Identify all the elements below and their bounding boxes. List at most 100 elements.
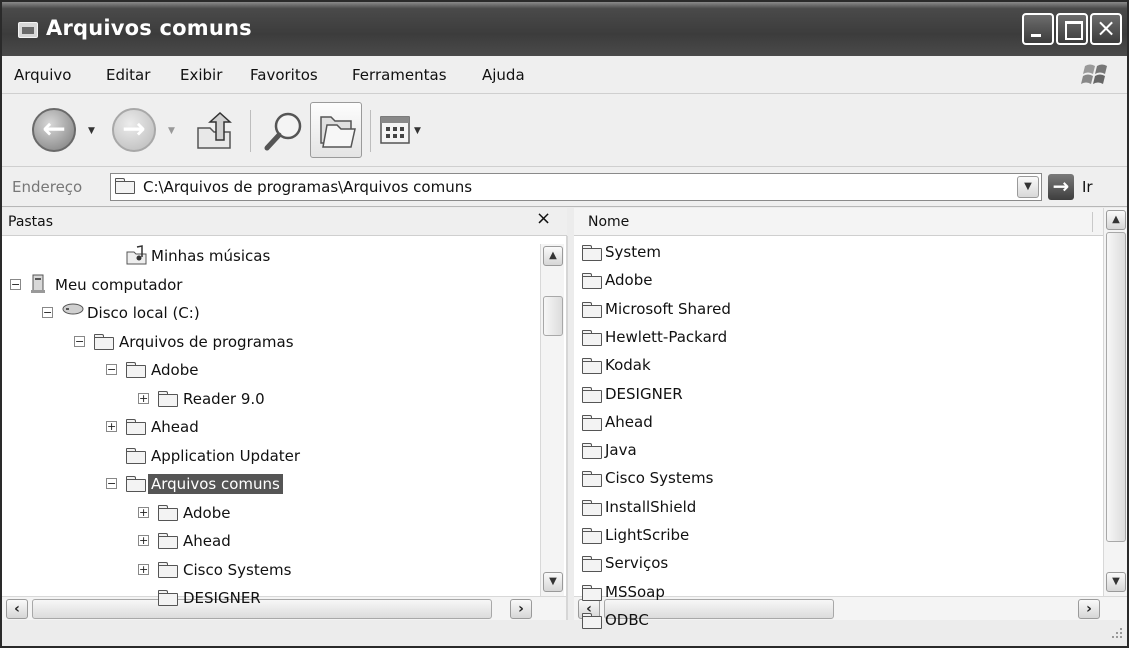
folder-icon bbox=[582, 414, 602, 431]
scroll-thumb[interactable] bbox=[1106, 232, 1126, 542]
computer-icon bbox=[30, 274, 48, 298]
menu-editar[interactable]: Editar bbox=[106, 66, 150, 84]
menu-favoritos[interactable]: Favoritos bbox=[250, 66, 318, 84]
tree-item-label: Adobe bbox=[183, 503, 231, 522]
menu-ajuda[interactable]: Ajuda bbox=[482, 66, 525, 84]
menu-ferramentas[interactable]: Ferramentas bbox=[352, 66, 447, 84]
folder-tree: ▲ ▼ ‹ › Minhas músicas − Meu computador − Di… bbox=[2, 236, 568, 620]
tree-vertical-scrollbar[interactable]: ▲ ▼ bbox=[540, 244, 564, 596]
close-button[interactable]: × bbox=[1090, 13, 1122, 45]
expand-icon[interactable]: + bbox=[106, 421, 117, 432]
file-name: DESIGNER bbox=[605, 384, 683, 403]
address-path[interactable]: C:\Arquivos de programas\Arquivos comuns bbox=[143, 178, 472, 196]
folders-button[interactable] bbox=[310, 102, 362, 158]
folder-icon bbox=[582, 443, 602, 460]
back-dropdown[interactable]: ▼ bbox=[88, 126, 95, 136]
menu-arquivo[interactable]: Arquivo bbox=[14, 66, 71, 84]
forward-dropdown[interactable]: ▼ bbox=[168, 126, 175, 136]
folder-icon bbox=[126, 362, 146, 378]
file-name: Serviços bbox=[605, 554, 669, 573]
tree-item-label: Reader 9.0 bbox=[183, 389, 265, 408]
views-dropdown[interactable]: ▼ bbox=[414, 126, 421, 136]
file-name: Hewlett-Packard bbox=[605, 327, 728, 346]
folder-icon bbox=[158, 590, 178, 606]
file-name: Adobe bbox=[605, 271, 653, 290]
folder-icon bbox=[158, 533, 178, 549]
folder-icon bbox=[582, 584, 602, 601]
scroll-right-button[interactable]: › bbox=[510, 599, 532, 619]
tree-item-label: Disco local (C:) bbox=[87, 304, 200, 322]
tree-item-label: Minhas músicas bbox=[151, 247, 271, 265]
address-dropdown-button[interactable]: ▼ bbox=[1017, 176, 1039, 198]
folder-icon bbox=[582, 273, 602, 290]
maximize-button[interactable] bbox=[1056, 13, 1088, 45]
scroll-up-button[interactable]: ▲ bbox=[1106, 210, 1126, 230]
go-button[interactable]: → bbox=[1048, 174, 1074, 200]
title-bar[interactable]: Arquivos comuns × bbox=[2, 2, 1127, 56]
scroll-up-button[interactable]: ▲ bbox=[543, 246, 563, 266]
tree-horizontal-scrollbar[interactable]: ‹ › bbox=[2, 596, 566, 620]
file-name: Java bbox=[605, 441, 637, 460]
file-list-pane: Nome ▲ ▼ ‹ › System Adobe Microsoft Shared… bbox=[574, 208, 1127, 629]
tree-item-label: Arquivos de programas bbox=[119, 332, 294, 351]
tree-item-label: Ahead bbox=[183, 532, 231, 550]
file-name: Ahead bbox=[605, 412, 653, 431]
address-label: Endereço bbox=[12, 178, 83, 196]
folder-icon bbox=[126, 419, 146, 435]
file-name: InstallShield bbox=[605, 497, 697, 516]
folder-icon bbox=[582, 528, 602, 544]
file-name: Kodak bbox=[605, 356, 651, 375]
windows-logo-icon bbox=[1081, 64, 1107, 84]
search-icon[interactable] bbox=[262, 108, 308, 154]
collapse-icon[interactable]: − bbox=[74, 335, 85, 347]
tree-item-label: Application Updater bbox=[151, 446, 301, 465]
expand-icon[interactable]: + bbox=[138, 392, 149, 404]
files-vertical-scrollbar[interactable]: ▲ ▼ bbox=[1103, 208, 1127, 596]
tree-item-label: DESIGNER bbox=[183, 589, 261, 607]
scroll-down-button[interactable]: ▼ bbox=[543, 572, 563, 592]
collapse-icon[interactable]: − bbox=[106, 478, 117, 489]
scroll-left-button[interactable]: ‹ bbox=[6, 599, 28, 619]
close-icon: × bbox=[1095, 14, 1117, 42]
tree-item-label: Cisco Systems bbox=[183, 560, 292, 579]
expand-icon[interactable]: + bbox=[138, 535, 149, 546]
folder-icon bbox=[582, 499, 602, 516]
tree-item-label: Meu computador bbox=[55, 275, 183, 294]
back-icon: ← bbox=[42, 112, 66, 145]
column-divider[interactable] bbox=[1092, 212, 1093, 232]
collapse-icon[interactable]: − bbox=[10, 278, 21, 290]
scroll-down-button[interactable]: ▼ bbox=[1106, 572, 1126, 592]
scroll-right-button[interactable]: › bbox=[1078, 599, 1100, 619]
toolbar-separator bbox=[370, 110, 371, 152]
minimize-button[interactable] bbox=[1022, 13, 1054, 45]
up-folder-icon[interactable] bbox=[192, 110, 236, 154]
expand-icon[interactable]: + bbox=[138, 563, 149, 575]
address-bar: Endereço C:\Arquivos de programas\Arquiv… bbox=[2, 167, 1127, 207]
column-header-name[interactable]: Nome bbox=[574, 208, 1103, 236]
menu-bar: Arquivo Editar Exibir Favoritos Ferramen… bbox=[2, 56, 1127, 94]
menu-exibir[interactable]: Exibir bbox=[180, 66, 222, 84]
back-button[interactable]: ← bbox=[32, 108, 76, 152]
collapse-icon[interactable]: − bbox=[42, 307, 53, 318]
file-name: ODBC bbox=[605, 610, 649, 629]
close-folders-pane-icon[interactable]: × bbox=[536, 208, 551, 229]
column-name-label: Nome bbox=[588, 214, 630, 230]
folder-icon bbox=[126, 447, 146, 464]
go-label[interactable]: Ir bbox=[1082, 178, 1093, 196]
expand-icon[interactable]: + bbox=[138, 506, 149, 518]
file-name: Cisco Systems bbox=[605, 469, 714, 488]
address-input[interactable]: C:\Arquivos de programas\Arquivos comuns… bbox=[110, 173, 1042, 201]
collapse-icon[interactable]: − bbox=[106, 364, 117, 375]
folder-icon bbox=[582, 245, 602, 261]
folder-icon bbox=[582, 612, 602, 629]
folder-window-icon bbox=[18, 22, 38, 38]
forward-button[interactable]: → bbox=[112, 108, 156, 152]
folder-icon bbox=[582, 471, 602, 488]
folder-icon bbox=[582, 358, 602, 375]
folder-icon bbox=[582, 329, 602, 346]
views-icon[interactable] bbox=[380, 116, 410, 144]
folders-icon bbox=[320, 116, 356, 148]
resize-grip-icon[interactable] bbox=[1102, 622, 1126, 646]
folder-icon bbox=[582, 301, 602, 318]
scroll-thumb[interactable] bbox=[543, 296, 563, 336]
